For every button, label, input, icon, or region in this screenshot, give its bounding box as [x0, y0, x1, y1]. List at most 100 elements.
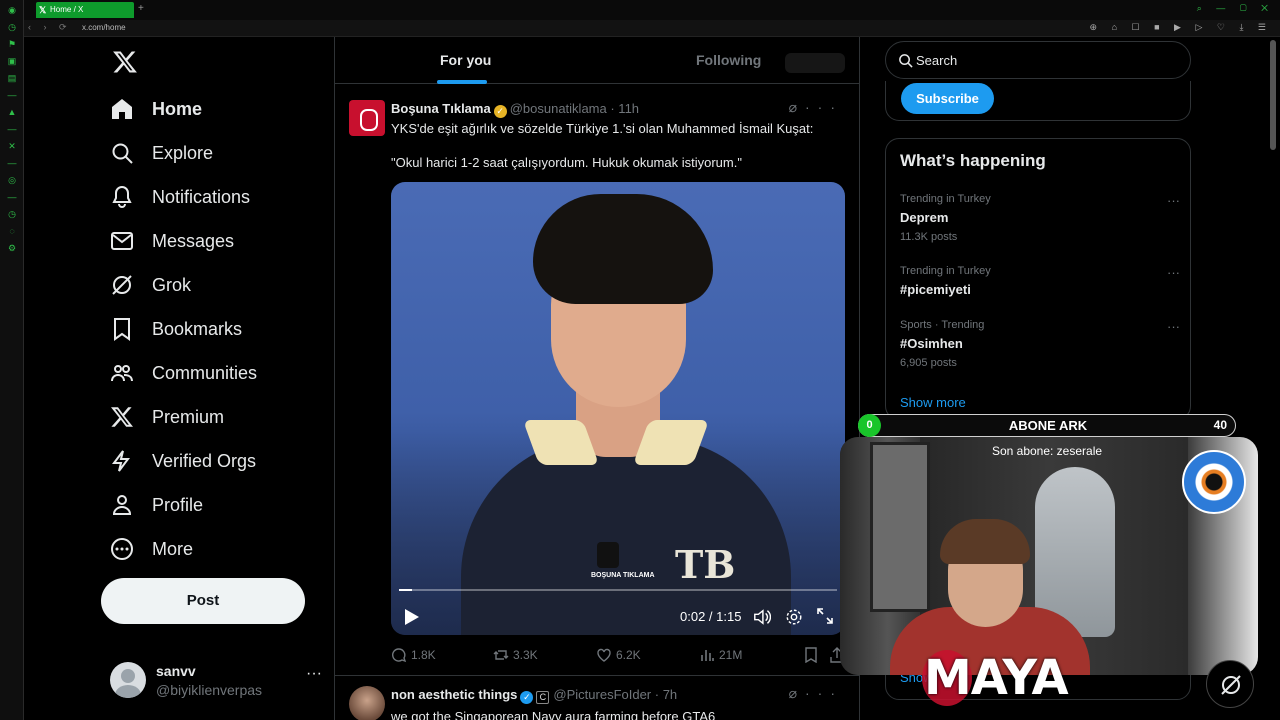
browser-panel-icon[interactable]: — — [0, 88, 24, 102]
tweet-time[interactable]: · 7h — [655, 687, 677, 702]
account-handle: @biyiklienverpas — [156, 682, 263, 698]
browser-panel-icon[interactable]: ◷ — [0, 20, 24, 34]
browser-panel-icon[interactable]: ⚙ — [0, 241, 24, 255]
new-tab-button[interactable]: + — [138, 3, 144, 14]
sidebar-item-verified-orgs[interactable]: Verified Orgs — [110, 446, 256, 476]
video-progress-fill — [399, 589, 413, 591]
grok-icon[interactable]: ⌀ — [789, 99, 805, 115]
sidebar-item-premium[interactable]: Premium — [110, 402, 224, 432]
webcam-streamer-hair — [940, 519, 1030, 564]
grok-float-button[interactable] — [1206, 660, 1254, 708]
sidebar-item-label: Verified Orgs — [152, 450, 257, 471]
browser-panel-icon[interactable]: ▤ — [0, 71, 24, 85]
sidebar-item-label: Explore — [152, 142, 214, 163]
tweet-author-avatar[interactable] — [349, 100, 385, 136]
sidebar-item-label: Profile — [152, 494, 204, 515]
tab-for-you[interactable]: For you — [440, 52, 491, 68]
video-time: 0:02 / 1:15 — [680, 609, 742, 624]
repost-button[interactable]: 3.3K — [493, 647, 538, 663]
fullscreen-icon[interactable] — [817, 608, 833, 624]
like-button[interactable]: 6.2K — [596, 647, 641, 663]
browser-panel-icon[interactable]: ◌ — [0, 224, 24, 238]
tweet-time[interactable]: · 11h — [610, 101, 639, 116]
sidebar-item-profile[interactable]: Profile — [110, 490, 203, 520]
page-scrollbar[interactable] — [1270, 40, 1276, 150]
browser-panel-icon[interactable]: — — [0, 156, 24, 170]
browser-panel-icon[interactable]: ⚑ — [0, 37, 24, 51]
views-button[interactable]: 21M — [699, 647, 742, 663]
tweet-text: YKS'de eşit ağırlık ve sözelde Türkiye 1… — [391, 121, 814, 136]
tweet-author-name[interactable]: non aesthetic things — [391, 687, 517, 702]
browser-tab[interactable]: 𝕏 Home / X — [36, 2, 134, 18]
grok-icon[interactable]: ⌀ — [789, 685, 805, 701]
tweet-author-handle[interactable]: @bosunatiklama — [510, 101, 607, 116]
volume-icon[interactable] — [753, 608, 771, 626]
play-icon[interactable] — [401, 607, 421, 627]
browser-panel-icon[interactable]: ▲ — [0, 105, 24, 119]
evil-eye-icon — [1182, 450, 1246, 514]
sidebar-item-more[interactable]: More — [110, 534, 193, 564]
post-button[interactable]: Post — [101, 578, 305, 624]
window-controls[interactable]: ⌕ — ▢ ✕ — [1197, 3, 1274, 14]
grok-icon — [112, 275, 132, 295]
more-icon[interactable]: ··· — [306, 665, 322, 683]
grok-icon — [1221, 675, 1241, 695]
trend-item[interactable]: Trending in Turkey #picemiyeti ··· — [900, 265, 1180, 297]
tweet-video[interactable]: BOŞUNA TIKLAMA TB 0:02 / 1:15 — [391, 182, 845, 635]
trend-meta: Trending in Turkey — [900, 193, 991, 205]
last-subscriber: Son abone: zeserale — [991, 444, 1103, 458]
bookmark-icon[interactable] — [803, 647, 819, 663]
search-icon — [112, 143, 133, 164]
sidebar-item-messages[interactable]: Messages — [110, 226, 234, 256]
browser-nav-buttons[interactable]: ‹ › ⟳ — [28, 22, 72, 33]
sidebar-item-notifications[interactable]: Notifications — [110, 182, 250, 212]
x-icon — [111, 407, 133, 427]
show-more-link[interactable]: Show more — [900, 395, 966, 410]
account-switcher[interactable]: sanvv @biyiklienverpas ··· — [110, 657, 322, 707]
browser-panel-icon[interactable]: — — [0, 122, 24, 136]
repost-count: 3.3K — [513, 648, 538, 662]
sidebar-item-label: Notifications — [152, 186, 251, 207]
tweet-menu[interactable]: ⌀··· — [789, 685, 843, 702]
tweet-author-avatar[interactable] — [349, 686, 385, 720]
sidebar-item-explore[interactable]: Explore — [110, 138, 213, 168]
bookmark-icon — [114, 318, 130, 341]
browser-panel-icon[interactable]: ✕ — [0, 139, 24, 153]
search-input[interactable]: Search — [885, 41, 1191, 79]
sidebar-item-bookmarks[interactable]: Bookmarks — [110, 314, 242, 344]
verified-badge-icon: ✓ — [493, 105, 507, 118]
browser-tab-bar: 𝕏 Home / X + ⌕ — ▢ ✕ — [24, 0, 1280, 20]
reply-button[interactable]: 1.8K — [391, 647, 436, 663]
sidebar-item-label: Bookmarks — [152, 318, 243, 339]
sidebar-item-home[interactable]: Home — [110, 94, 202, 124]
browser-panel-icon[interactable]: ◷ — [0, 207, 24, 221]
browser-tab-title: Home / X — [50, 5, 84, 14]
browser-panel-icon[interactable]: ▣ — [0, 54, 24, 68]
browser-panel-icon[interactable]: ◎ — [0, 173, 24, 187]
sidebar-item-grok[interactable]: Grok — [110, 270, 191, 300]
trend-item[interactable]: Sports · Trending #Osimhen 6,905 posts ·… — [900, 319, 1180, 369]
gear-icon[interactable] — [785, 608, 803, 626]
sidebar-item-label: Home — [152, 98, 203, 119]
more-icon[interactable]: ··· — [1167, 319, 1180, 334]
video-subject-hair — [533, 194, 713, 304]
browser-panel-icon[interactable]: ◉ — [0, 3, 24, 17]
trend-item[interactable]: Trending in Turkey Deprem 11.3K posts ··… — [900, 193, 1180, 243]
video-progress-bar[interactable] — [399, 589, 837, 591]
more-icon[interactable]: ··· — [1167, 193, 1180, 208]
more-icon[interactable]: ··· — [1167, 265, 1180, 280]
trend-count: 11.3K posts — [900, 231, 958, 243]
subscribe-button[interactable]: Subscribe — [901, 83, 994, 114]
tweet-menu[interactable]: ⌀··· — [789, 99, 843, 116]
more-icon[interactable]: ··· — [805, 99, 843, 115]
tweet-author-handle[interactable]: @PicturesFoIder — [553, 687, 651, 702]
tweet-author-name[interactable]: Boşuna Tıklama — [391, 101, 491, 116]
more-icon[interactable]: ··· — [805, 685, 843, 701]
tweet-stats: 1.8K 3.3K 6.2K 21M — [391, 647, 847, 665]
browser-extension-icons[interactable]: ⊕ ⌂ ☐ ■ ▶ ▷ ♡ ⤓ ☰ — [1090, 22, 1272, 33]
sidebar-item-communities[interactable]: Communities — [110, 358, 257, 388]
tab-following[interactable]: Following — [696, 52, 761, 68]
browser-panel-icon[interactable]: — — [0, 190, 24, 204]
url-field[interactable]: x.com/home — [82, 23, 126, 32]
x-logo-icon[interactable] — [112, 49, 138, 75]
